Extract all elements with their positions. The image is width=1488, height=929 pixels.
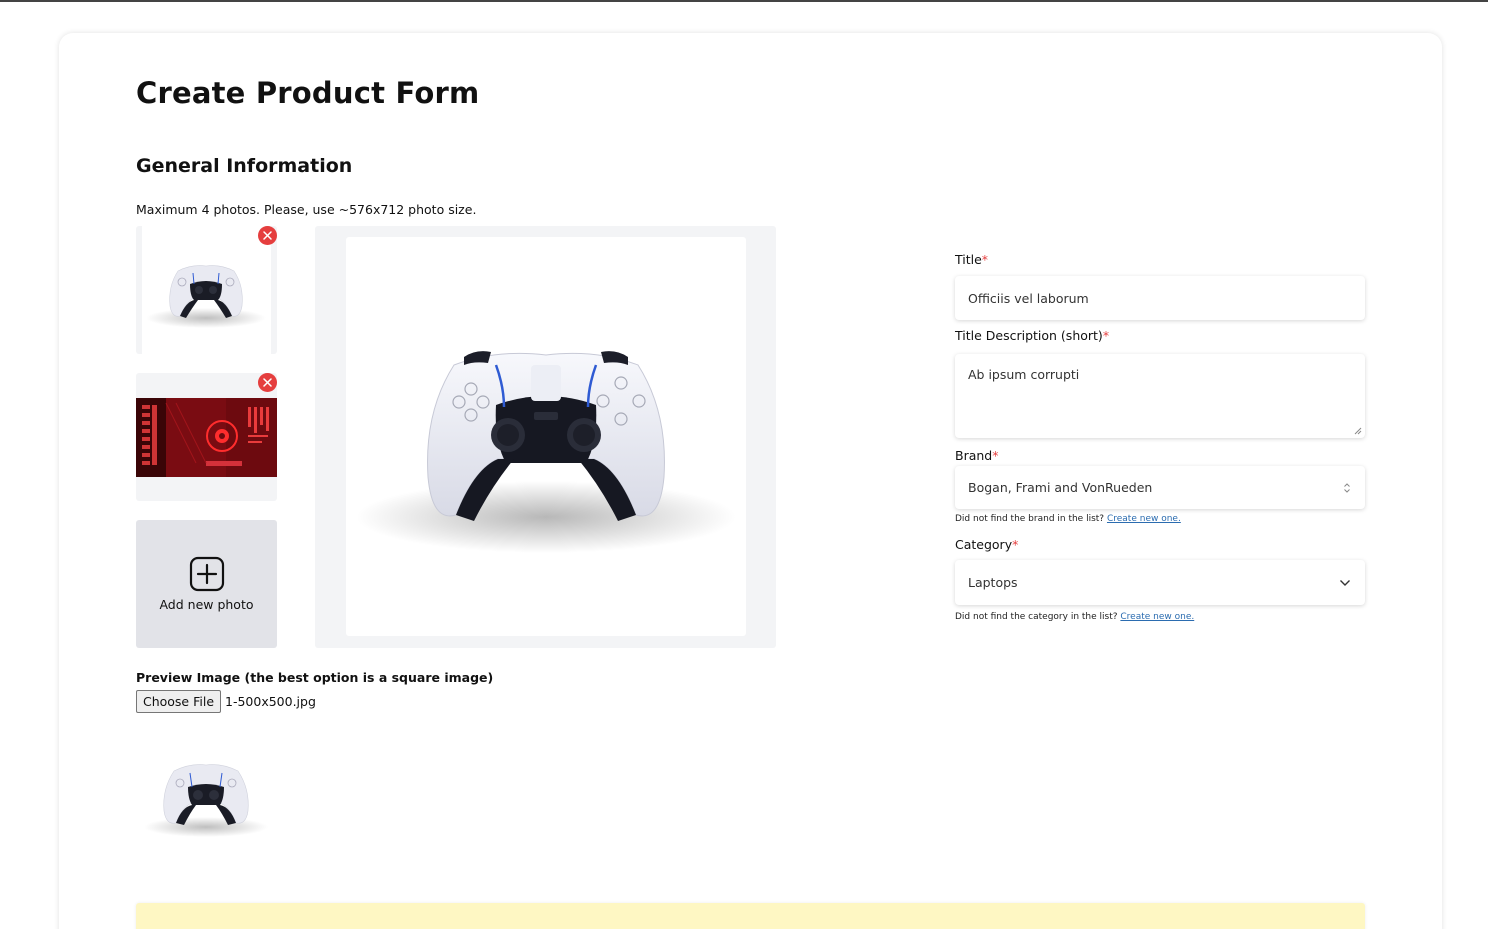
chevron-down-icon <box>1340 579 1350 586</box>
close-icon <box>263 231 272 240</box>
top-border <box>0 0 1488 2</box>
choose-file-button[interactable]: Choose File <box>136 690 221 713</box>
up-down-chevron-icon <box>1344 482 1350 493</box>
section-title: General Information <box>136 155 353 177</box>
title-description-label: Title Description (short)* <box>955 328 1110 343</box>
red-banner-image <box>136 398 277 477</box>
resize-handle-icon[interactable] <box>1354 427 1362 435</box>
photo-hint: Maximum 4 photos. Please, use ~576x712 p… <box>136 202 477 217</box>
title-description-value: Ab ipsum corrupti <box>968 367 1080 382</box>
remove-photo-1-button[interactable] <box>258 226 277 245</box>
close-icon <box>263 378 272 387</box>
photo-thumbnail-2[interactable] <box>136 373 277 501</box>
create-category-link[interactable]: Create new one. <box>1120 612 1194 622</box>
page-title: Create Product Form <box>136 76 480 110</box>
brand-label: Brand* <box>955 448 999 463</box>
controller-large-image <box>356 351 736 553</box>
category-selected-value: Laptops <box>968 575 1018 590</box>
title-description-textarea[interactable]: Ab ipsum corrupti <box>955 354 1365 438</box>
category-label: Category* <box>955 537 1019 552</box>
preview-image-label: Preview Image (the best option is a squa… <box>136 670 494 685</box>
create-brand-link[interactable]: Create new one. <box>1107 514 1181 524</box>
category-helper: Did not find the category in the list? C… <box>955 612 1195 622</box>
notice-banner <box>136 903 1365 929</box>
add-new-photo-button[interactable]: Add new photo <box>136 520 277 648</box>
add-new-photo-label: Add new photo <box>159 597 254 612</box>
selected-file-name: 1-500x500.jpg <box>225 694 316 709</box>
brand-select[interactable]: Bogan, Frami and VonRueden <box>955 466 1365 509</box>
plus-square-icon <box>189 556 224 592</box>
controller-small-image <box>144 764 268 837</box>
photo-thumbnail-1[interactable] <box>136 226 277 354</box>
brand-helper: Did not find the brand in the list? Crea… <box>955 514 1181 524</box>
title-input[interactable]: Officiis vel laborum <box>955 276 1365 320</box>
preview-image-thumbnail <box>136 741 277 841</box>
category-select[interactable]: Laptops <box>955 560 1365 605</box>
controller-image <box>146 265 266 328</box>
main-photo-preview <box>315 226 776 648</box>
title-label: Title* <box>955 252 989 267</box>
remove-photo-2-button[interactable] <box>258 373 277 392</box>
brand-selected-value: Bogan, Frami and VonRueden <box>968 480 1153 495</box>
